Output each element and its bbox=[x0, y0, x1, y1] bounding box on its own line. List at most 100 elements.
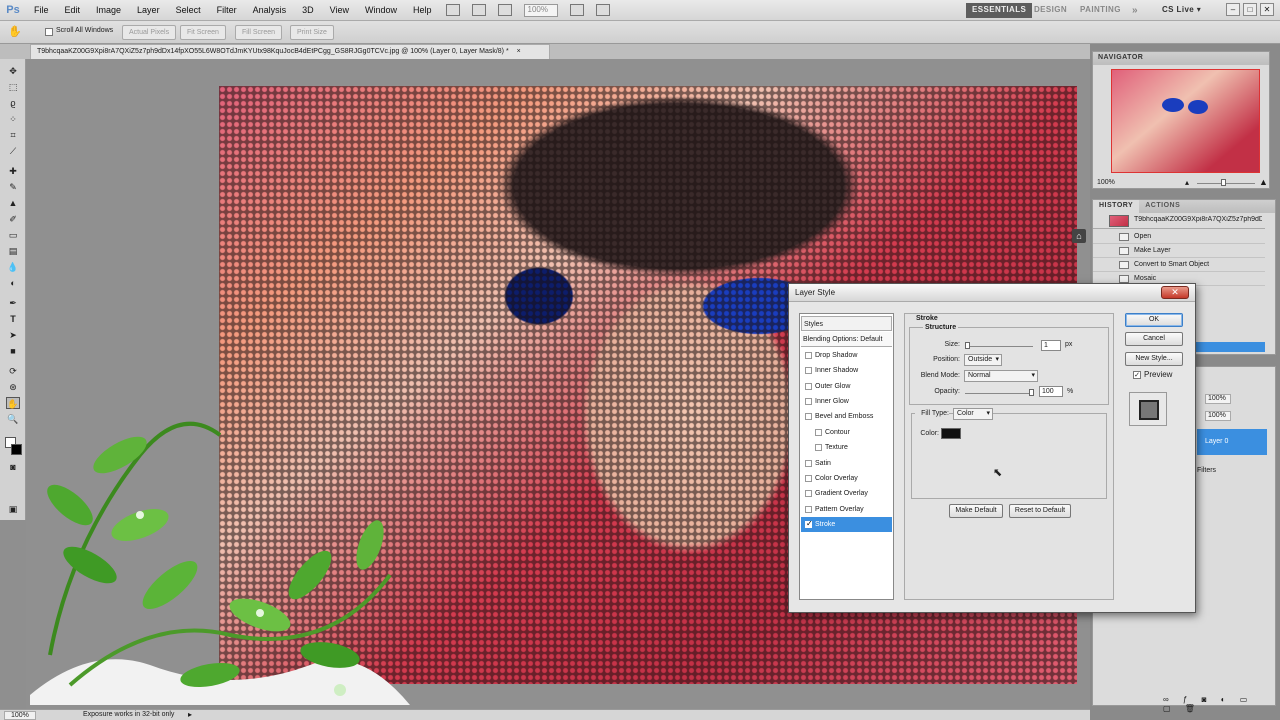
history-state-open[interactable]: Open bbox=[1093, 230, 1265, 244]
style-checkbox[interactable] bbox=[805, 351, 812, 359]
more-workspaces-icon[interactable]: » bbox=[1126, 3, 1144, 18]
fill-type-select[interactable]: Color bbox=[953, 408, 993, 420]
fit-screen-button[interactable]: Fit Screen bbox=[180, 25, 226, 40]
menu-image[interactable]: Image bbox=[88, 5, 129, 15]
style-item-pattern-overlay[interactable]: Pattern Overlay bbox=[801, 502, 892, 517]
style-checkbox[interactable] bbox=[815, 444, 822, 452]
history-state-convert[interactable]: Convert to Smart Object bbox=[1093, 258, 1265, 272]
navigator-thumbnail[interactable] bbox=[1111, 69, 1260, 173]
size-input[interactable]: 1 bbox=[1041, 340, 1061, 351]
history-brush-tool-icon[interactable]: ✐ bbox=[6, 213, 20, 225]
status-menu-arrow-icon[interactable]: ▸ bbox=[188, 710, 192, 719]
fill-screen-button[interactable]: Fill Screen bbox=[235, 25, 283, 40]
opacity-input[interactable]: 100 bbox=[1039, 386, 1063, 397]
menu-layer[interactable]: Layer bbox=[129, 5, 168, 15]
style-checkbox[interactable] bbox=[805, 505, 812, 513]
history-selected-state[interactable] bbox=[1193, 342, 1265, 352]
navigator-title[interactable]: NAVIGATOR bbox=[1093, 52, 1269, 65]
crop-tool-icon[interactable]: ⌗ bbox=[6, 129, 20, 141]
style-checkbox[interactable] bbox=[805, 398, 812, 405]
style-item-blending-options-default[interactable]: Blending Options: Default bbox=[801, 332, 892, 348]
brush-tool-icon[interactable]: ✎ bbox=[6, 181, 20, 193]
document-tab[interactable]: T9bhcqaaKZ00G9Xpi8rA7QXiZ5z7ph9dDx14fpXO… bbox=[30, 44, 550, 59]
style-checkbox[interactable] bbox=[805, 413, 812, 421]
background-color-swatch[interactable] bbox=[11, 444, 22, 455]
style-item-texture[interactable]: Texture bbox=[801, 440, 892, 455]
print-size-button[interactable]: Print Size bbox=[290, 25, 334, 40]
history-state-make-layer[interactable]: Make Layer bbox=[1093, 244, 1265, 258]
style-checkbox[interactable] bbox=[805, 459, 812, 467]
zoom-in-icon[interactable]: ▲ bbox=[1259, 177, 1268, 187]
mini-bridge-icon[interactable] bbox=[471, 4, 486, 16]
hand-tool-icon[interactable]: ✋ bbox=[6, 397, 20, 409]
style-checkbox[interactable] bbox=[805, 367, 812, 375]
shape-tool-icon[interactable]: ■ bbox=[6, 345, 20, 357]
style-checkbox[interactable] bbox=[805, 475, 812, 482]
size-slider[interactable] bbox=[965, 346, 1033, 347]
dodge-tool-icon[interactable]: ◐ bbox=[6, 277, 20, 289]
arrange-documents-icon[interactable] bbox=[569, 4, 584, 16]
layer-row-selected[interactable]: Layer 0 bbox=[1197, 429, 1267, 455]
screen-mode-tool-icon[interactable]: ▣ bbox=[6, 503, 20, 515]
style-checkbox[interactable] bbox=[805, 382, 812, 390]
style-checkbox[interactable] bbox=[805, 490, 812, 498]
make-default-button[interactable]: Make Default bbox=[949, 504, 1003, 518]
menu-window[interactable]: Window bbox=[357, 5, 405, 15]
scroll-all-windows-checkbox[interactable] bbox=[45, 28, 53, 36]
style-item-styles[interactable]: Styles bbox=[801, 316, 892, 331]
zoom-level-field[interactable]: 100% bbox=[523, 3, 558, 17]
history-side-icon[interactable]: ⌂ bbox=[1072, 229, 1086, 243]
navigator-zoom-slider[interactable] bbox=[1197, 183, 1255, 184]
restore-icon[interactable]: □ bbox=[1243, 3, 1257, 16]
eyedropper-tool-icon[interactable]: ⟋ bbox=[6, 145, 20, 157]
quick-selection-tool-icon[interactable]: ⁘ bbox=[6, 113, 20, 125]
preview-checkbox[interactable]: ✓ bbox=[1133, 371, 1141, 379]
opacity-slider-knob[interactable] bbox=[1029, 389, 1034, 396]
spot-healing-tool-icon[interactable]: ✚ bbox=[6, 165, 20, 177]
gradient-tool-icon[interactable]: ▤ bbox=[6, 245, 20, 257]
pen-tool-icon[interactable]: ✒ bbox=[6, 297, 20, 309]
style-item-gradient-overlay[interactable]: Gradient Overlay bbox=[801, 486, 892, 501]
style-item-bevel-and-emboss[interactable]: Bevel and Emboss bbox=[801, 409, 892, 424]
layers-footer-icons[interactable]: ∞ ƒ ◙ ◐ ▭ ▢ 🗑 bbox=[1163, 695, 1275, 713]
minimize-icon[interactable]: – bbox=[1226, 3, 1240, 16]
layer-opacity-field[interactable]: 100% bbox=[1205, 394, 1231, 404]
workspace-design[interactable]: DESIGN bbox=[1028, 3, 1073, 18]
menu-filter[interactable]: Filter bbox=[209, 5, 245, 15]
navigator-zoom-value[interactable]: 100% bbox=[1097, 179, 1115, 186]
blend-mode-select[interactable]: Normal bbox=[964, 370, 1038, 382]
quick-mask-icon[interactable]: ◙ bbox=[6, 461, 20, 473]
style-item-color-overlay[interactable]: Color Overlay bbox=[801, 471, 892, 486]
style-checkbox[interactable] bbox=[815, 428, 822, 436]
style-item-inner-shadow[interactable]: Inner Shadow bbox=[801, 363, 892, 378]
style-item-stroke[interactable]: Stroke bbox=[801, 517, 892, 533]
zoom-tool-icon[interactable]: 🔍 bbox=[6, 413, 20, 425]
type-tool-icon[interactable]: T bbox=[6, 313, 20, 325]
status-zoom[interactable]: 100% bbox=[4, 711, 36, 720]
blur-tool-icon[interactable]: 💧 bbox=[6, 261, 20, 273]
cancel-button[interactable]: Cancel bbox=[1125, 332, 1183, 346]
size-slider-knob[interactable] bbox=[965, 342, 970, 349]
bridge-icon[interactable] bbox=[445, 4, 460, 16]
dialog-close-icon[interactable]: ✕ bbox=[1161, 286, 1189, 299]
ok-button[interactable]: OK bbox=[1125, 313, 1183, 327]
opacity-slider[interactable] bbox=[965, 393, 1033, 394]
tab-history[interactable]: HISTORY bbox=[1093, 200, 1140, 213]
style-item-drop-shadow[interactable]: Drop Shadow bbox=[801, 348, 892, 363]
menu-help[interactable]: Help bbox=[405, 5, 440, 15]
history-snapshot-row[interactable]: T9bhcqaaKZ00G9Xpi8rA7QXiZ5z7ph9dDx14fpX bbox=[1093, 213, 1265, 229]
screen-mode-icon[interactable] bbox=[595, 4, 610, 16]
actual-pixels-button[interactable]: Actual Pixels bbox=[122, 25, 177, 40]
style-item-contour[interactable]: Contour bbox=[801, 425, 892, 440]
tab-actions[interactable]: ACTIONS bbox=[1139, 200, 1186, 213]
menu-edit[interactable]: Edit bbox=[57, 5, 89, 15]
move-tool-icon[interactable]: ✥ bbox=[6, 65, 20, 77]
eraser-tool-icon[interactable]: ▭ bbox=[6, 229, 20, 241]
zoom-out-icon[interactable]: ▴ bbox=[1185, 178, 1189, 187]
dialog-title-bar[interactable]: Layer Style bbox=[789, 284, 1195, 302]
menu-3d[interactable]: 3D bbox=[294, 5, 322, 15]
new-style-button[interactable]: New Style... bbox=[1125, 352, 1183, 366]
layer-fill-field[interactable]: 100% bbox=[1205, 411, 1231, 421]
3d-rotate-tool-icon[interactable]: ⟳ bbox=[6, 365, 20, 377]
navigator-zoom-knob[interactable] bbox=[1221, 179, 1226, 186]
